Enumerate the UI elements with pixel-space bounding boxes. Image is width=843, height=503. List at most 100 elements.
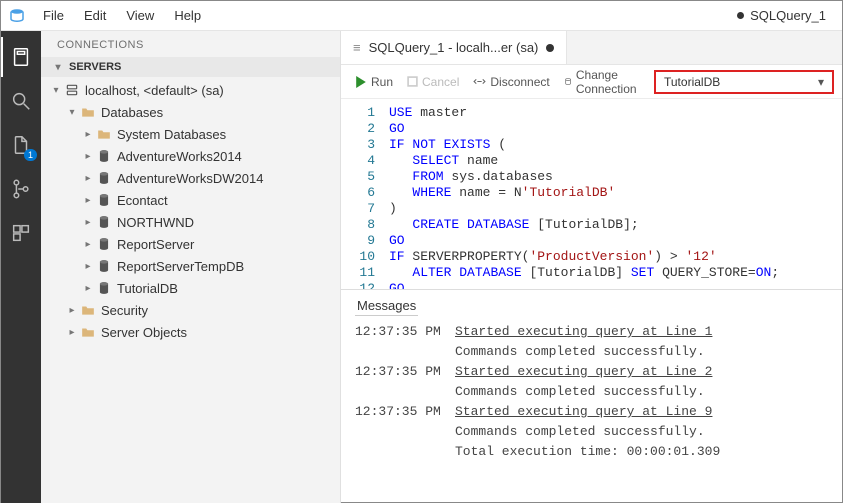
chevron-right-icon: ▸ [81, 217, 95, 228]
folder-icon [79, 323, 97, 341]
chevron-right-icon: ▸ [65, 327, 79, 338]
tree: ▾ localhost, <default> (sa) ▾ Databases … [41, 77, 340, 503]
cancel-label: Cancel [422, 75, 459, 89]
tree-label: System Databases [117, 127, 340, 142]
tree-label: Databases [101, 105, 340, 120]
database-icon [95, 147, 113, 165]
tree-database[interactable]: ▸TutorialDB [41, 277, 340, 299]
activity-extensions-icon[interactable] [1, 213, 41, 253]
activity-servers-icon[interactable] [1, 37, 41, 77]
tree-label: Server Objects [101, 325, 340, 340]
code-editor[interactable]: 123456789101112 USE master GO IF NOT EXI… [341, 99, 842, 289]
tree-database[interactable]: ▸ ReportServer [41, 233, 340, 255]
message-text: Started executing query at Line 1 [455, 322, 828, 342]
message-timestamp: 12:37:35 PM [355, 402, 455, 422]
tree-database[interactable]: ▸AdventureWorksDW2014 [41, 167, 340, 189]
chevron-right-icon: ▸ [81, 261, 95, 272]
message-timestamp [355, 422, 455, 442]
folder-icon [95, 125, 113, 143]
query-toolbar: Run Cancel Disconnect Change Connection … [341, 65, 842, 99]
tab-label: SQLQuery_1 - localh...er (sa) [369, 40, 539, 55]
message-timestamp [355, 442, 455, 462]
tree-sysdb[interactable]: ▸ System Databases [41, 123, 340, 145]
message-row: Commands completed successfully. [355, 382, 828, 402]
database-selector[interactable]: TutorialDB ▾ [654, 70, 834, 94]
tree-database[interactable]: ▸ NORTHWND [41, 211, 340, 233]
activity-explorer-icon[interactable]: 1 [1, 125, 41, 165]
message-text: Commands completed successfully. [455, 382, 828, 402]
database-icon [95, 213, 113, 231]
title-filename: SQLQuery_1 [721, 8, 842, 23]
run-button[interactable]: Run [349, 70, 399, 94]
tree-databases[interactable]: ▾ Databases [41, 101, 340, 123]
database-icon [95, 279, 113, 297]
tree-label: AdventureWorks2014 [117, 149, 340, 164]
database-icon [95, 257, 113, 275]
database-icon [95, 169, 113, 187]
db-selected-label: TutorialDB [664, 75, 720, 89]
cancel-button: Cancel [401, 70, 465, 94]
message-timestamp [355, 382, 455, 402]
message-text: Started executing query at Line 2 [455, 362, 828, 382]
server-icon [63, 81, 81, 99]
message-row: 12:37:35 PMStarted executing query at Li… [355, 362, 828, 382]
database-icon [95, 235, 113, 253]
section-label: SERVERS [69, 61, 121, 73]
message-text: Total execution time: 00:00:01.309 [455, 442, 828, 462]
message-text: Started executing query at Line 9 [455, 402, 828, 422]
dirty-dot-icon [546, 44, 554, 52]
tree-label: Econtact [117, 193, 340, 208]
tree-label: ReportServer [117, 237, 340, 252]
menu-file[interactable]: File [33, 1, 74, 30]
message-timestamp: 12:37:35 PM [355, 322, 455, 342]
tree-server-objects[interactable]: ▸ Server Objects [41, 321, 340, 343]
chevron-right-icon: ▸ [81, 283, 95, 294]
panel-title: CONNECTIONS [41, 31, 340, 57]
chevron-right-icon: ▸ [81, 129, 95, 140]
message-row: Commands completed successfully. [355, 422, 828, 442]
tree-label: ReportServerTempDB [117, 259, 340, 274]
tree-database[interactable]: ▸AdventureWorks2014 [41, 145, 340, 167]
editor-area: ≡ SQLQuery_1 - localh...er (sa) Run Canc… [341, 31, 842, 503]
tab-bar: ≡ SQLQuery_1 - localh...er (sa) [341, 31, 842, 65]
menu-help[interactable]: Help [164, 1, 211, 30]
folder-icon [79, 301, 97, 319]
database-icon [95, 191, 113, 209]
chevron-right-icon: ▸ [81, 239, 95, 250]
tree-database[interactable]: ▸ Econtact [41, 189, 340, 211]
chevron-down-icon: ▾ [49, 85, 63, 96]
chevron-right-icon: ▸ [65, 305, 79, 316]
file-icon: ≡ [353, 40, 361, 55]
message-timestamp [355, 342, 455, 362]
run-label: Run [371, 75, 393, 89]
chevron-down-icon: ▾ [51, 62, 65, 73]
badge: 1 [24, 149, 37, 161]
chevron-right-icon: ▸ [81, 195, 95, 206]
activity-search-icon[interactable] [1, 81, 41, 121]
messages-title: Messages [355, 298, 418, 316]
tree-label: NORTHWND [117, 215, 340, 230]
message-row: 12:37:35 PMStarted executing query at Li… [355, 322, 828, 342]
menu-view[interactable]: View [116, 1, 164, 30]
change-label: Change Connection [576, 68, 642, 96]
line-gutter: 123456789101112 [341, 99, 389, 289]
tree-database[interactable]: ▸ ReportServerTempDB [41, 255, 340, 277]
editor-tab[interactable]: ≡ SQLQuery_1 - localh...er (sa) [341, 31, 567, 64]
tree-label: Security [101, 303, 340, 318]
messages-panel: Messages 12:37:35 PMStarted executing qu… [341, 289, 842, 503]
servers-section[interactable]: ▾ SERVERS [41, 57, 340, 77]
app-icon [1, 7, 33, 25]
tree-label: localhost, <default> (sa) [85, 83, 340, 98]
dirty-dot-icon [737, 12, 744, 19]
tree-server[interactable]: ▾ localhost, <default> (sa) [41, 79, 340, 101]
activity-source-control-icon[interactable] [1, 169, 41, 209]
tree-security[interactable]: ▸ Security [41, 299, 340, 321]
code-content[interactable]: USE master GO IF NOT EXISTS ( SELECT nam… [389, 99, 779, 289]
side-panel: CONNECTIONS ▾ SERVERS ▾ localhost, <defa… [41, 31, 341, 503]
message-row: 12:37:35 PMStarted executing query at Li… [355, 402, 828, 422]
disconnect-button[interactable]: Disconnect [467, 70, 555, 94]
menu-edit[interactable]: Edit [74, 1, 116, 30]
message-text: Commands completed successfully. [455, 422, 828, 442]
folder-icon [79, 103, 97, 121]
change-connection-button[interactable]: Change Connection [558, 70, 648, 94]
